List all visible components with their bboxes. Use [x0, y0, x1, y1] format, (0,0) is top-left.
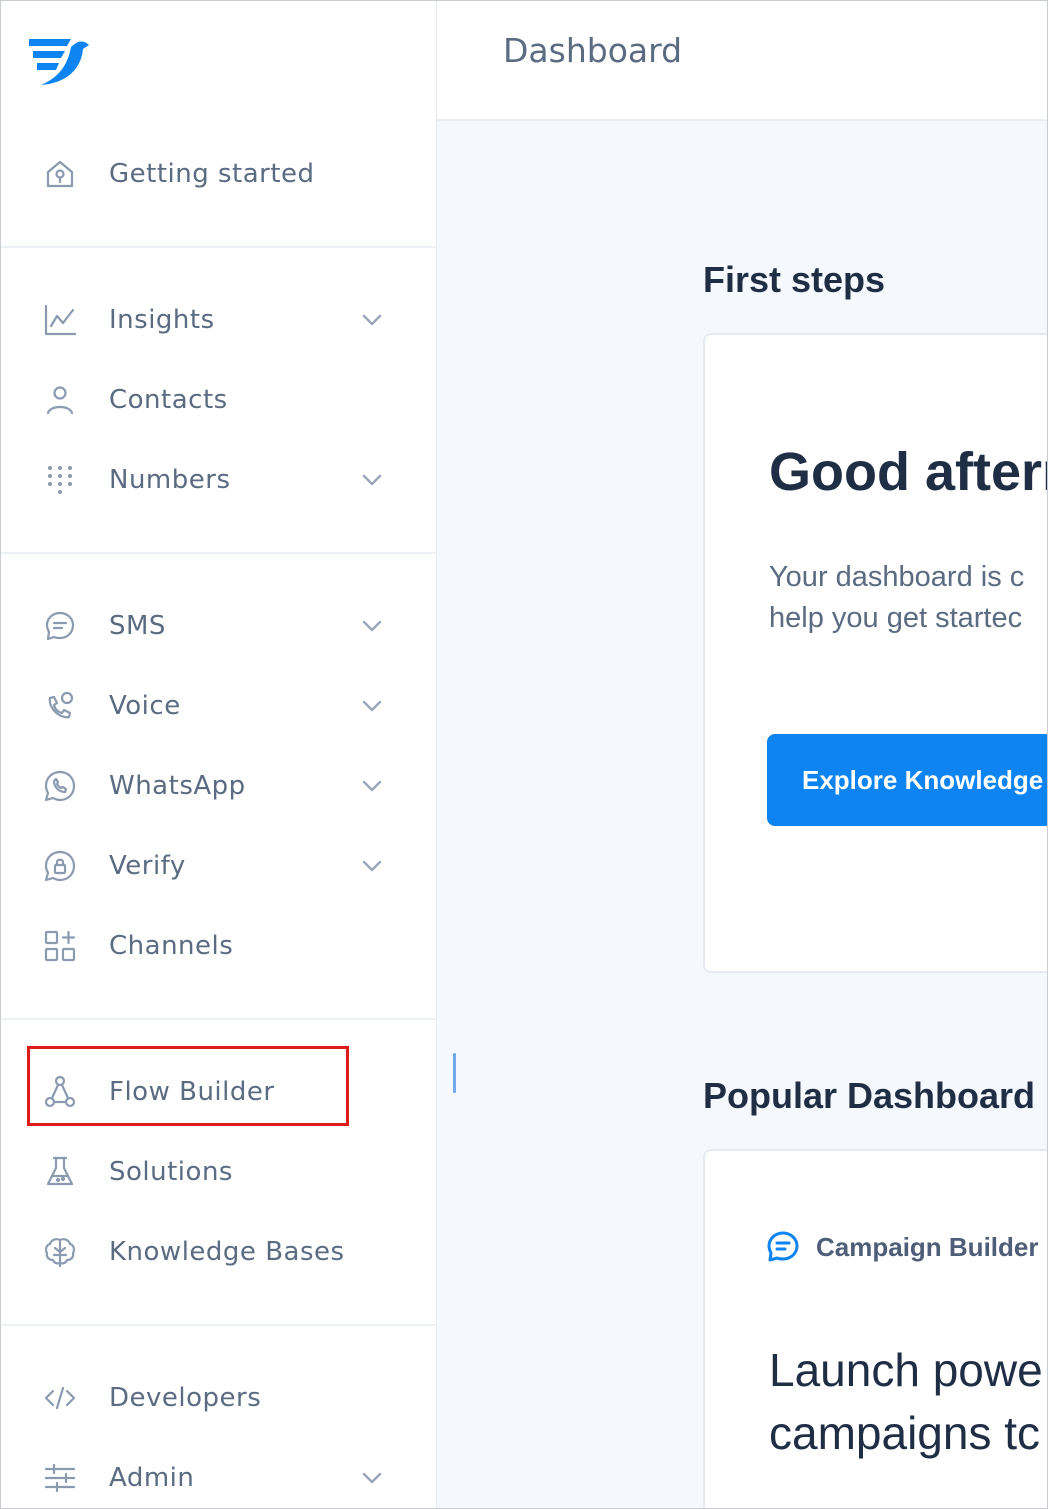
sidebar-divider — [1, 552, 436, 554]
sidebar-item-knowledge-bases[interactable]: Knowledge Bases — [1, 1217, 436, 1287]
sidebar-item-numbers[interactable]: Numbers — [1, 445, 436, 515]
popular-card-heading: Launch powe campaigns tc — [769, 1339, 1043, 1465]
sidebar-item-label: Channels — [109, 931, 234, 961]
popular-dashboards-title: Popular Dashboard — [703, 1075, 1036, 1116]
sidebar-item-label: Developers — [109, 1383, 262, 1413]
chevron-down-icon[interactable] — [359, 307, 385, 333]
dashboard-description: Your dashboard is c help you get startec — [769, 557, 1047, 639]
sidebar-item-label: Numbers — [109, 465, 231, 495]
phone-icon — [41, 687, 79, 725]
keypad-icon — [41, 461, 79, 499]
campaign-builder-tag: Campaign Builder — [765, 1229, 1038, 1265]
sidebar-item-label: Knowledge Bases — [109, 1237, 345, 1267]
sidebar-divider — [1, 1018, 436, 1020]
sidebar-item-label: WhatsApp — [109, 771, 246, 801]
chevron-down-icon[interactable] — [359, 853, 385, 879]
sidebar-item-solutions[interactable]: Solutions — [1, 1137, 436, 1207]
code-icon — [41, 1379, 79, 1417]
sidebar-item-channels[interactable]: Channels — [1, 911, 436, 981]
chevron-down-icon[interactable] — [359, 467, 385, 493]
sliders-icon — [41, 1459, 79, 1497]
brain-icon — [41, 1233, 79, 1271]
sidebar-item-sms[interactable]: SMS — [1, 591, 436, 661]
sidebar-item-insights[interactable]: Insights — [1, 285, 436, 355]
heading-line: campaigns tc — [769, 1407, 1041, 1459]
description-line: help you get startec — [769, 602, 1023, 634]
heading-line: Launch powe — [769, 1344, 1043, 1396]
chevron-down-icon[interactable] — [359, 693, 385, 719]
sidebar-item-voice[interactable]: Voice — [1, 671, 436, 741]
sidebar-item-label: SMS — [109, 611, 166, 641]
sidebar-item-label: Solutions — [109, 1157, 233, 1187]
sidebar-item-developers[interactable]: Developers — [1, 1363, 436, 1433]
sidebar-item-label: Verify — [109, 851, 186, 881]
sidebar-item-label: Admin — [109, 1463, 195, 1493]
user-icon — [41, 381, 79, 419]
sidebar-item-label: Insights — [109, 305, 215, 335]
page-title: Dashboard — [503, 31, 683, 70]
flask-icon — [41, 1153, 79, 1191]
sidebar-item-label: Contacts — [109, 385, 228, 415]
sidebar-item-contacts[interactable]: Contacts — [1, 365, 436, 435]
chart-line-icon — [41, 301, 79, 339]
sidebar-item-label: Getting started — [109, 159, 315, 189]
sidebar-item-whatsapp[interactable]: WhatsApp — [1, 751, 436, 821]
first-steps-title: First steps — [703, 259, 886, 300]
lock-icon — [41, 847, 79, 885]
whatsapp-icon — [41, 767, 79, 805]
first-steps-card — [703, 333, 1047, 973]
top-header: Dashboard — [437, 1, 1047, 121]
explore-knowledge-button[interactable]: Explore Knowledge — [767, 734, 1047, 826]
message-icon — [41, 607, 79, 645]
grid-plus-icon — [41, 927, 79, 965]
sidebar-item-verify[interactable]: Verify — [1, 831, 436, 901]
sidebar-divider — [1, 1324, 436, 1326]
sidebar-item-getting-started[interactable]: Getting started — [1, 139, 436, 209]
sidebar-item-label: Voice — [109, 691, 181, 721]
sidebar-item-admin[interactable]: Admin — [1, 1443, 436, 1508]
brand-logo[interactable] — [27, 35, 91, 87]
chevron-down-icon[interactable] — [359, 613, 385, 639]
message-icon — [767, 1231, 799, 1262]
tag-label: Campaign Builder — [816, 1231, 1039, 1262]
sidebar: Getting started Insights Contacts Number… — [1, 1, 437, 1508]
highlight-box — [27, 1046, 349, 1126]
home-icon — [41, 155, 79, 193]
sidebar-divider — [1, 246, 436, 248]
description-line: Your dashboard is c — [769, 561, 1025, 593]
app-window: Getting started Insights Contacts Number… — [0, 0, 1048, 1509]
chevron-down-icon[interactable] — [359, 773, 385, 799]
sidebar-resize-handle[interactable] — [453, 1053, 456, 1093]
chevron-down-icon[interactable] — [359, 1465, 385, 1491]
greeting-heading: Good afterr — [769, 442, 1048, 502]
